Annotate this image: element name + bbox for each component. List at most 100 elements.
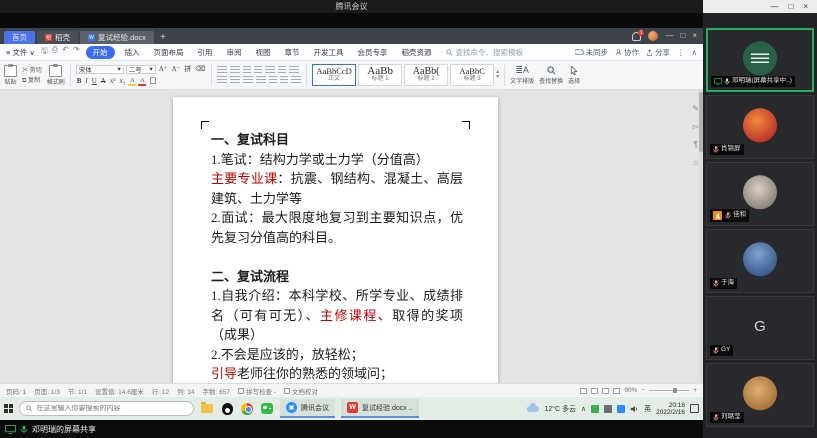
- font-color-button[interactable]: A: [138, 77, 146, 85]
- font-name-select[interactable]: 宋体 ▾: [76, 65, 124, 74]
- strikethrough-button[interactable]: A: [100, 77, 107, 85]
- more-options-icon[interactable]: ⋮: [677, 48, 685, 57]
- participant-tile[interactable]: 肖锦屏: [706, 95, 814, 159]
- nav-pane-icon[interactable]: ⌂: [693, 158, 698, 167]
- align-right-button[interactable]: [243, 76, 253, 84]
- wps-minimize-icon[interactable]: —: [665, 32, 673, 40]
- zoom-out-icon[interactable]: −: [641, 387, 645, 394]
- taskbar-app-wps[interactable]: W 复试经验.docx ..: [341, 399, 419, 418]
- comment-tool-icon[interactable]: ¶: [694, 140, 698, 149]
- align-left-button[interactable]: [217, 76, 227, 84]
- menu-references[interactable]: 引用: [194, 46, 217, 59]
- format-painter-button[interactable]: 格式刷: [47, 65, 65, 86]
- justify-button[interactable]: [256, 76, 266, 84]
- weather-text[interactable]: 12°C 多云: [544, 404, 576, 414]
- line-spacing-button[interactable]: [269, 76, 277, 84]
- copy-button[interactable]: ⧉ 复制: [22, 75, 42, 85]
- italic-button[interactable]: I: [84, 77, 88, 85]
- underline-button[interactable]: U: [91, 77, 98, 85]
- share-button[interactable]: 分享: [646, 47, 670, 58]
- cursor-tool-icon[interactable]: ▻: [693, 122, 699, 131]
- speaker-icon[interactable]: [630, 405, 639, 413]
- grow-font-button[interactable]: A⁺: [158, 65, 169, 73]
- zoom-level[interactable]: 90%: [624, 387, 637, 394]
- tray-expand-icon[interactable]: ∧: [581, 405, 586, 413]
- cloud-sync-button[interactable]: 未同步: [575, 47, 609, 58]
- document-proof-button[interactable]: 文档校对: [284, 386, 318, 396]
- file-menu-button[interactable]: ≡ 文件 ∨: [6, 47, 35, 58]
- font-size-select[interactable]: 二号 ▾: [126, 65, 156, 74]
- taskbar-search[interactable]: [19, 401, 194, 416]
- participant-tile[interactable]: 邓明瑞(屏幕共享中..): [706, 28, 814, 92]
- scroll-down-icon[interactable]: ▾: [496, 75, 499, 80]
- notification-bell-icon[interactable]: 1: [632, 32, 641, 41]
- style-heading3[interactable]: AaBbC 标题 3: [450, 64, 494, 86]
- minimize-icon[interactable]: —: [770, 3, 778, 11]
- bold-button[interactable]: B: [76, 77, 83, 85]
- undo-icon[interactable]: ↶: [62, 45, 69, 59]
- highlight-color-button[interactable]: A: [128, 77, 136, 85]
- edit-pen-icon[interactable]: ✎: [692, 104, 699, 113]
- shrink-font-button[interactable]: A⁻: [170, 65, 181, 73]
- collaborate-button[interactable]: 协作: [615, 47, 639, 58]
- qq-icon[interactable]: [220, 402, 234, 416]
- style-normal[interactable]: AaBbCcD 正文: [312, 64, 356, 86]
- find-replace-tool[interactable]: 查找替换: [539, 66, 563, 85]
- print-icon[interactable]: ⎙: [52, 45, 58, 59]
- participant-tile[interactable]: G GY: [706, 296, 814, 360]
- document-page[interactable]: 一、复试科目 1.笔试：结构力学或土力学（分值高） 主要专业课：抗震、钢结构、混…: [173, 97, 498, 383]
- show-marks-button[interactable]: [289, 66, 299, 74]
- redo-icon[interactable]: ↷: [73, 45, 80, 59]
- file-explorer-icon[interactable]: [200, 402, 214, 416]
- tray-app-icon[interactable]: [591, 405, 599, 413]
- bullet-list-button[interactable]: [217, 66, 227, 74]
- save-icon[interactable]: 🖫: [41, 45, 48, 59]
- wechat-icon[interactable]: [260, 402, 274, 416]
- search-input[interactable]: [37, 405, 187, 412]
- action-center-icon[interactable]: [690, 404, 699, 413]
- close-icon[interactable]: ×: [803, 3, 808, 11]
- tab-document[interactable]: W 复试经验.docx: [80, 31, 154, 44]
- taskbar-clock[interactable]: 20:16 2022/2/16: [656, 402, 685, 416]
- start-button[interactable]: [4, 404, 13, 413]
- menu-review[interactable]: 审阅: [223, 46, 246, 59]
- menu-start[interactable]: 开始: [86, 46, 115, 59]
- shading-button[interactable]: [280, 76, 288, 84]
- new-tab-button[interactable]: +: [160, 31, 166, 44]
- collapse-ribbon-icon[interactable]: ∧: [692, 48, 698, 57]
- tab-docer[interactable]: 稻 稻壳: [37, 31, 78, 44]
- menu-insert[interactable]: 插入: [121, 46, 144, 59]
- style-heading2[interactable]: AaBb( 标题 2: [404, 64, 448, 86]
- align-center-button[interactable]: [230, 76, 240, 84]
- menu-member[interactable]: 会员专享: [354, 46, 392, 59]
- numbered-list-button[interactable]: [230, 66, 240, 74]
- phonetic-guide-button[interactable]: 拼: [183, 64, 192, 74]
- paste-button[interactable]: 粘贴: [4, 65, 17, 86]
- status-word-count[interactable]: 字数: 657: [203, 386, 230, 396]
- menu-view[interactable]: 视图: [252, 46, 275, 59]
- view-mode-icon[interactable]: [602, 388, 609, 394]
- menu-docer-res[interactable]: 稻壳资源: [398, 46, 436, 59]
- participant-tile[interactable]: 佳和: [706, 162, 814, 226]
- style-heading1[interactable]: AaBb 标题 1: [358, 64, 402, 86]
- superscript-button[interactable]: x²: [109, 77, 117, 85]
- view-mode-icon[interactable]: [613, 388, 620, 394]
- borders-button[interactable]: [291, 76, 301, 84]
- text-direction-button[interactable]: [265, 66, 275, 74]
- zoom-in-icon[interactable]: +: [693, 387, 697, 394]
- tray-meeting-icon[interactable]: [617, 405, 625, 413]
- cut-button[interactable]: ✂ 剪切: [22, 65, 42, 74]
- clear-format-button[interactable]: ⌫: [194, 65, 206, 73]
- wps-close-icon[interactable]: ×: [692, 32, 697, 40]
- subscript-button[interactable]: x₂: [118, 77, 126, 85]
- enclose-char-button[interactable]: 囗: [148, 76, 157, 86]
- command-search[interactable]: 查找命令、搜索模板: [446, 47, 524, 58]
- increase-indent-button[interactable]: [254, 66, 262, 74]
- view-mode-icon[interactable]: [591, 388, 598, 394]
- user-avatar[interactable]: [648, 31, 658, 41]
- tray-settings-icon[interactable]: [604, 405, 612, 413]
- zoom-slider-thumb[interactable]: [673, 388, 677, 393]
- meeting-title-area[interactable]: 腾讯会议: [0, 0, 703, 13]
- zoom-slider[interactable]: [649, 390, 689, 391]
- menu-dev-tools[interactable]: 开发工具: [310, 46, 348, 59]
